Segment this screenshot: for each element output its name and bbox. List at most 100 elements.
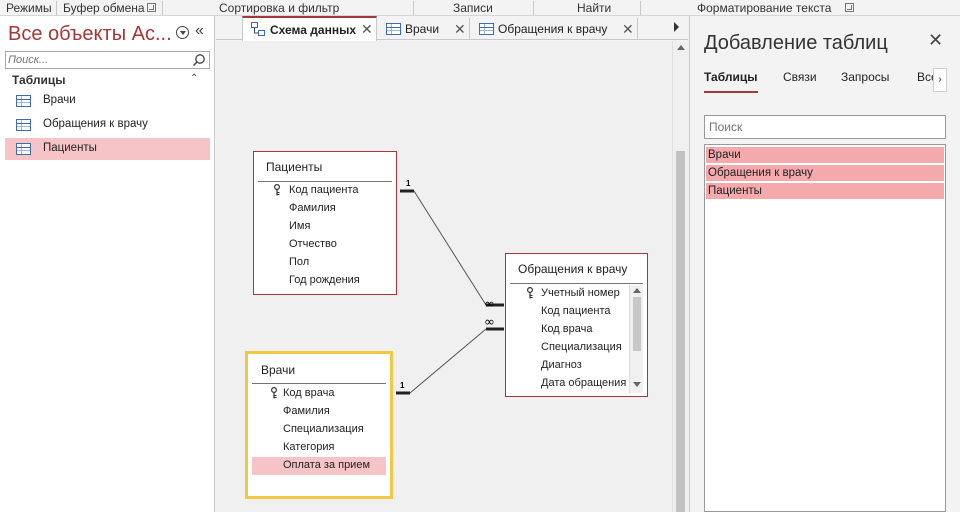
section-collapse-icon[interactable]: ⌃: [190, 73, 198, 84]
ribbon-group-records[interactable]: Записи: [453, 0, 493, 16]
scroll-thumb[interactable]: [633, 297, 641, 351]
ribbon-group-views[interactable]: Режимы: [6, 0, 52, 16]
field-name: Специализация: [541, 341, 622, 353]
list-item[interactable]: Пациенты: [706, 183, 944, 199]
pane-search-input[interactable]: [709, 120, 939, 134]
field-row[interactable]: Пол: [254, 254, 396, 272]
pane-tab-relations[interactable]: Связи: [783, 70, 817, 84]
field-name: Фамилия: [289, 202, 336, 214]
clipboard-launcher-icon[interactable]: [147, 3, 156, 12]
field-name: Код пациента: [289, 184, 359, 196]
nav-collapse-icon[interactable]: «: [195, 22, 204, 40]
table-box-appeals[interactable]: Обращения к врачу Учетный номер Код паци…: [505, 253, 648, 397]
canvas-vertical-scrollbar[interactable]: [672, 41, 688, 512]
close-icon[interactable]: ✕: [622, 21, 634, 38]
tab-label: Обращения к врачу: [498, 22, 608, 36]
nav-pane-title[interactable]: Все объекты Ac...: [8, 23, 172, 46]
tab-vrachi[interactable]: Врачи ✕: [378, 18, 470, 40]
field-name: Фамилия: [283, 405, 330, 417]
nav-search-input[interactable]: [8, 53, 188, 67]
table-box-doctors[interactable]: Врачи Код врача Фамилия Специализация Ка…: [245, 351, 393, 499]
ribbon-divider: [162, 1, 163, 15]
nav-section-tables[interactable]: Таблицы: [12, 73, 65, 87]
scroll-thumb[interactable]: [676, 151, 685, 512]
chevron-right-icon[interactable]: ›: [933, 68, 947, 92]
text-formatting-launcher-icon[interactable]: [845, 3, 854, 12]
close-icon[interactable]: ✕: [454, 21, 466, 38]
field-name: Отчество: [289, 238, 337, 250]
field-row[interactable]: Имя: [254, 218, 396, 236]
active-tab-indicator: [704, 91, 758, 93]
search-icon[interactable]: [192, 53, 206, 67]
table-box-patients[interactable]: Пациенты Код пациента Фамилия Имя Отчест…: [253, 151, 397, 295]
field-row[interactable]: Год рождения: [254, 272, 396, 290]
field-name: Код врача: [283, 387, 335, 399]
field-row[interactable]: Код пациента: [506, 303, 630, 321]
scroll-down-icon[interactable]: [633, 382, 641, 387]
table-box-title[interactable]: Врачи: [261, 363, 295, 377]
ribbon-group-sort-filter[interactable]: Сортировка и фильтр: [219, 0, 339, 16]
access-window: Режимы Буфер обмена Сортировка и фильтр …: [0, 0, 960, 512]
divider: [252, 383, 386, 384]
scroll-up-icon[interactable]: [633, 288, 641, 293]
table-icon: [16, 143, 31, 155]
ribbon-divider: [413, 1, 414, 15]
ribbon-divider: [640, 1, 641, 15]
field-row-selected[interactable]: Оплата за прием: [252, 457, 386, 475]
pane-search-box[interactable]: [704, 115, 946, 139]
pane-table-list: Врачи Обращения к врачу Пациенты: [704, 144, 946, 512]
field-row[interactable]: Специализация: [506, 339, 630, 357]
ribbon-group-clipboard[interactable]: Буфер обмена: [63, 0, 145, 16]
relation-one-label: 1: [406, 179, 411, 188]
tabs-scroll-right-icon[interactable]: [674, 22, 679, 32]
field-row[interactable]: Категория: [248, 439, 390, 457]
nav-item-label: Пациенты: [43, 142, 97, 154]
table-box-title[interactable]: Пациенты: [266, 160, 322, 174]
navigation-pane: Все объекты Ac... « Таблицы ⌃ Врачи Обра…: [0, 16, 215, 512]
tab-relationships[interactable]: Схема данных ✕: [242, 16, 377, 41]
nav-search-box[interactable]: [5, 51, 210, 69]
pane-tab-queries[interactable]: Запросы: [841, 70, 889, 84]
field-row[interactable]: Учетный номер: [506, 285, 630, 303]
divider: [510, 283, 643, 284]
field-row[interactable]: Фамилия: [248, 403, 390, 421]
nav-item-label: Обращения к врачу: [43, 118, 148, 130]
nav-item-obrashcheniya[interactable]: Обращения к врачу: [5, 114, 210, 136]
close-icon[interactable]: ✕: [361, 21, 373, 38]
field-list-scrollbar[interactable]: [629, 285, 643, 393]
tab-obrashcheniya[interactable]: Обращения к врачу ✕: [471, 18, 638, 40]
pane-title: Добавление таблиц: [704, 32, 888, 54]
relation-line-patients[interactable]: [413, 190, 487, 306]
tab-label: Врачи: [405, 22, 440, 36]
field-name: Код пациента: [541, 305, 611, 317]
nav-menu-dropdown-icon[interactable]: [176, 26, 189, 39]
close-icon[interactable]: ✕: [928, 30, 943, 51]
field-name: Диагноз: [541, 359, 582, 371]
field-row[interactable]: Код врача: [506, 321, 630, 339]
ribbon-group-text-formatting[interactable]: Форматирование текста: [697, 0, 831, 16]
table-icon: [16, 95, 31, 107]
nav-item-vrachi[interactable]: Врачи: [5, 90, 210, 112]
field-row[interactable]: Диагноз: [506, 357, 630, 375]
relation-many-label: ∞: [484, 315, 495, 330]
ribbon-divider: [56, 1, 57, 15]
relation-line-doctors[interactable]: [409, 328, 487, 394]
nav-item-patsienty[interactable]: Пациенты: [5, 138, 210, 160]
field-row[interactable]: Специализация: [248, 421, 390, 439]
table-box-title[interactable]: Обращения к врачу: [518, 262, 627, 276]
list-item[interactable]: Обращения к врачу: [706, 165, 944, 181]
table-icon: [16, 119, 31, 131]
field-row[interactable]: Код пациента: [254, 182, 396, 200]
field-row[interactable]: Код врача: [248, 385, 390, 403]
field-row[interactable]: Отчество: [254, 236, 396, 254]
field-row[interactable]: Дата обращения: [506, 375, 630, 393]
ribbon-group-find[interactable]: Найти: [577, 0, 611, 16]
pane-tab-tables[interactable]: Таблицы: [704, 70, 757, 84]
list-item[interactable]: Врачи: [706, 147, 944, 163]
field-name: Год рождения: [289, 274, 360, 286]
document-tabs: Схема данных ✕ Врачи ✕ Обращения к врачу…: [216, 16, 688, 41]
relation-many-label: ∞: [484, 297, 495, 312]
pane-tab-all[interactable]: Все: [917, 70, 933, 84]
field-row[interactable]: Фамилия: [254, 200, 396, 218]
scroll-up-icon[interactable]: [677, 45, 685, 50]
